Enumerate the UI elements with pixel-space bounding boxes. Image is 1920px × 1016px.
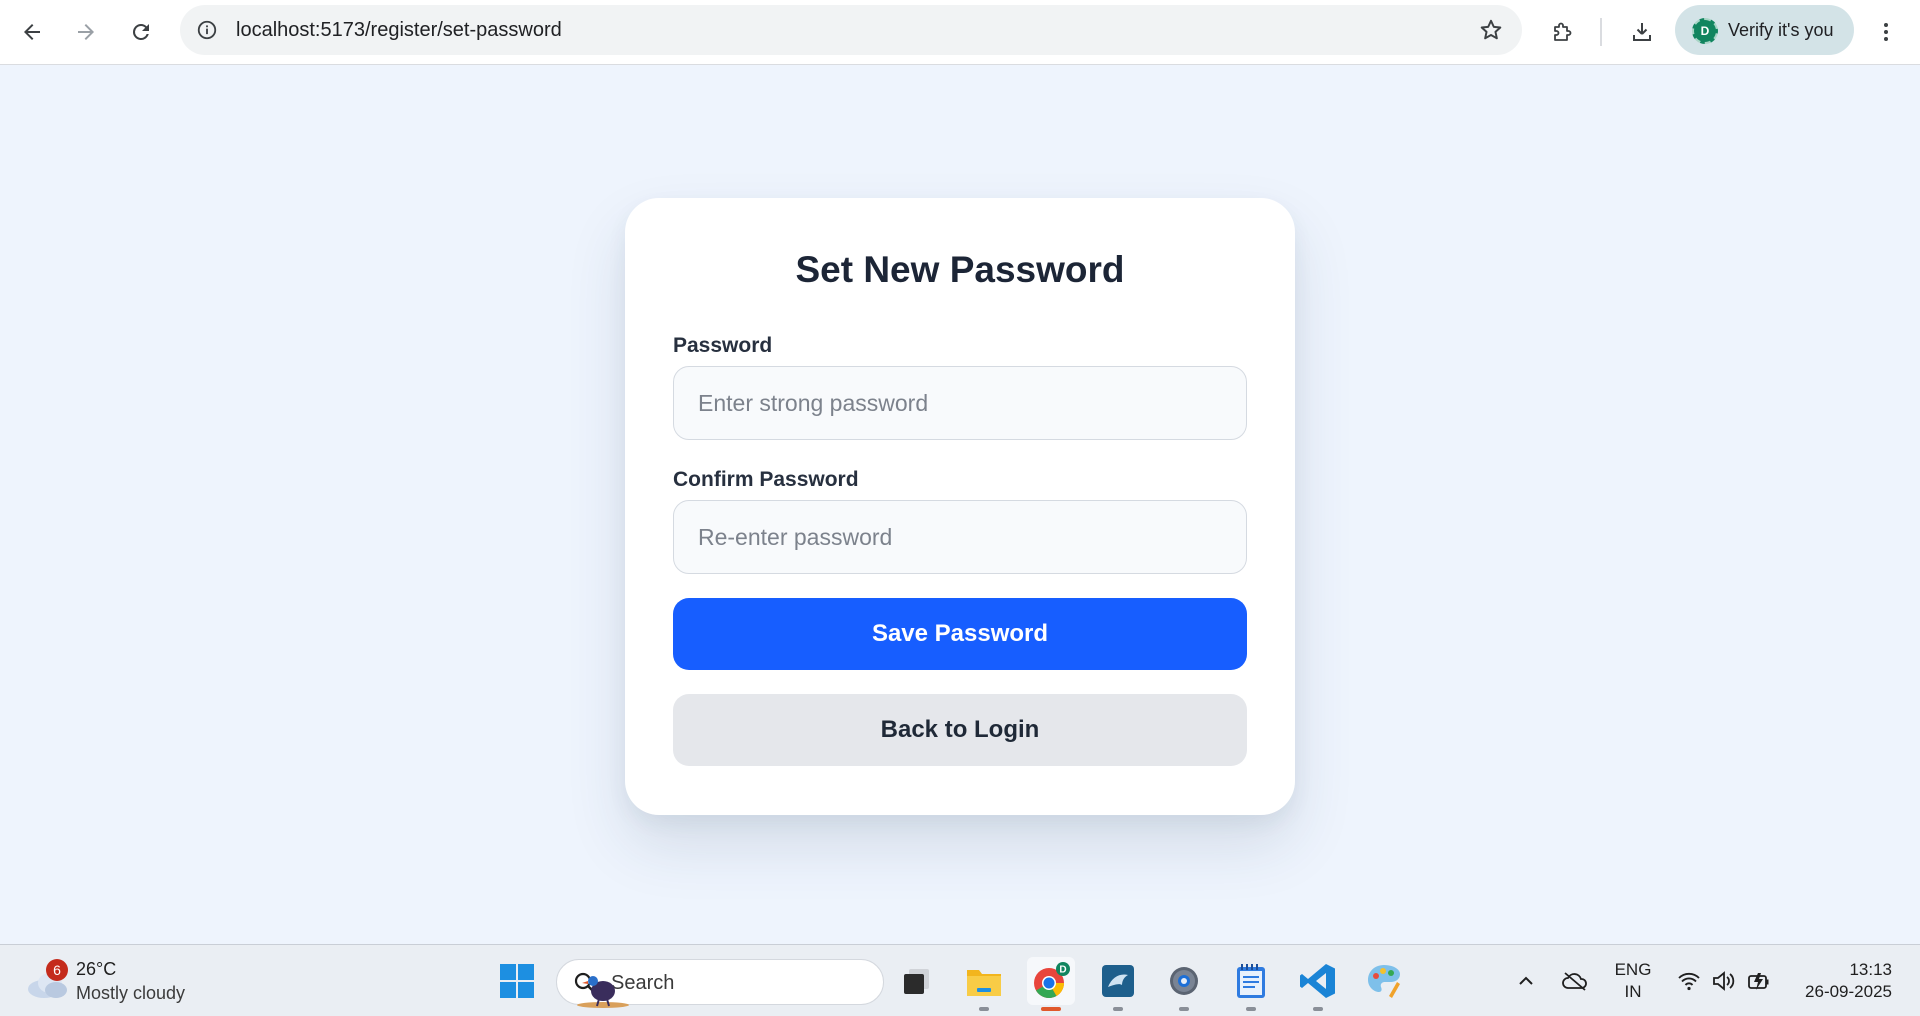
cloud-offline-icon	[1562, 972, 1587, 991]
palette-icon	[1368, 965, 1400, 998]
search-highlight-bird-icon	[577, 976, 629, 1008]
folder-icon	[967, 970, 1001, 996]
verify-identity-chip[interactable]: D Verify it's you	[1675, 5, 1854, 55]
dolphin-database-icon	[1102, 965, 1134, 997]
task-view-icon	[904, 969, 929, 994]
clock-date: 26-09-2025	[1805, 982, 1892, 1001]
notepad-icon	[1237, 964, 1265, 998]
taskbar-app-file-explorer[interactable]	[960, 957, 1008, 1011]
back-button[interactable]	[10, 10, 54, 54]
more-vertical-icon	[1884, 23, 1888, 41]
taskbar-app-mysql-workbench[interactable]	[1094, 957, 1142, 1011]
save-password-button[interactable]: Save Password	[673, 598, 1247, 670]
weather-temperature: 26°C	[76, 959, 117, 979]
tray-onedrive[interactable]	[1561, 967, 1589, 995]
chrome-profile-initial: D	[1059, 965, 1066, 976]
language-code: ENG	[1614, 960, 1652, 979]
confirm-password-input[interactable]	[673, 500, 1247, 574]
taskbar-app-notepad[interactable]	[1227, 957, 1275, 1011]
browser-menu-button[interactable]	[1864, 10, 1908, 54]
download-icon	[1633, 23, 1651, 41]
windows-logo-icon	[500, 964, 534, 998]
tray-battery[interactable]	[1746, 967, 1774, 995]
battery-charging-icon	[1748, 973, 1769, 990]
profile-avatar: D	[1692, 18, 1718, 44]
taskbar: 6 26°C Mostly cloudy Search D ENG IN 13:…	[0, 944, 1920, 1016]
taskbar-app-paint[interactable]	[1360, 957, 1408, 1005]
site-info-icon[interactable]	[194, 17, 220, 43]
address-bar[interactable]: localhost:5173/register/set-password	[180, 5, 1522, 55]
speaker-icon	[1713, 971, 1735, 991]
forward-button[interactable]	[64, 10, 108, 54]
confirm-password-label: Confirm Password	[673, 468, 859, 491]
taskbar-app-chrome[interactable]: D	[1027, 957, 1075, 1011]
reload-button[interactable]	[119, 10, 163, 54]
tray-overflow-button[interactable]	[1512, 967, 1540, 995]
running-indicator	[1113, 1007, 1123, 1011]
arrow-left-icon	[24, 24, 40, 40]
vscode-icon	[1300, 964, 1335, 998]
arrow-right-icon	[78, 24, 94, 40]
tray-network[interactable]	[1675, 967, 1703, 995]
gear-icon	[1170, 967, 1198, 995]
wifi-icon	[1678, 972, 1700, 991]
running-indicator	[1041, 1007, 1061, 1011]
downloads-button[interactable]	[1620, 10, 1664, 54]
running-indicator	[1313, 1007, 1323, 1011]
browser-toolbar: localhost:5173/register/set-password D V…	[0, 0, 1920, 65]
bookmark-star-icon[interactable]	[1478, 17, 1504, 43]
chrome-icon: D	[1034, 962, 1070, 999]
taskbar-search[interactable]: Search	[556, 959, 884, 1008]
weather-alert-badge: 6	[46, 959, 68, 981]
weather-condition: Mostly cloudy	[76, 983, 186, 1003]
taskbar-app-settings[interactable]	[1160, 957, 1208, 1011]
input-language[interactable]: ENG IN	[1612, 959, 1654, 1003]
taskbar-app-task-view[interactable]	[893, 957, 941, 1005]
system-clock[interactable]: 13:13 26-09-2025	[1792, 959, 1892, 1003]
puzzle-icon	[1554, 22, 1572, 41]
clock-time: 13:13	[1849, 960, 1892, 979]
region-code: IN	[1624, 982, 1642, 1001]
toolbar-divider	[1600, 18, 1602, 46]
weather-widget[interactable]: 6 26°C Mostly cloudy	[26, 959, 226, 1005]
taskbar-app-vscode[interactable]	[1294, 957, 1342, 1011]
verify-chip-label: Verify it's you	[1728, 20, 1834, 40]
reload-icon	[133, 24, 149, 40]
back-to-login-button[interactable]: Back to Login	[673, 694, 1247, 766]
start-button[interactable]	[493, 957, 541, 1005]
url-text[interactable]: localhost:5173/register/set-password	[236, 19, 562, 42]
running-indicator	[979, 1007, 989, 1011]
password-input[interactable]	[673, 366, 1247, 440]
password-label: Password	[673, 334, 773, 357]
chevron-up-icon	[1519, 976, 1533, 985]
tray-volume[interactable]	[1710, 967, 1738, 995]
extensions-button[interactable]	[1540, 10, 1584, 54]
running-indicator	[1246, 1007, 1256, 1011]
set-password-card: Set New Password Password Confirm Passwo…	[625, 198, 1295, 815]
running-indicator	[1179, 1007, 1189, 1011]
page-title: Set New Password	[795, 249, 1125, 290]
